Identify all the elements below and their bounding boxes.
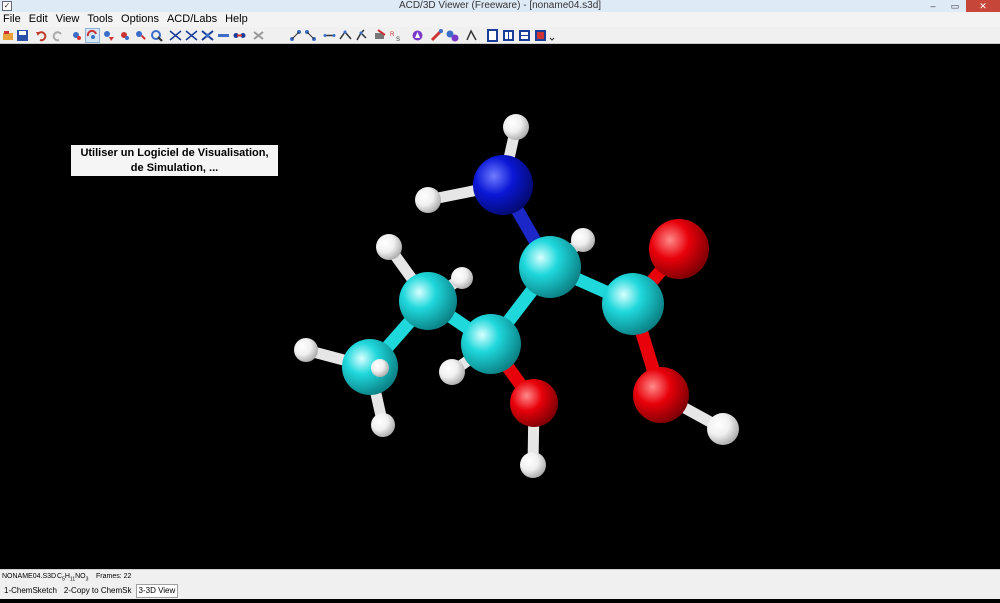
- color-icon[interactable]: [374, 29, 387, 42]
- atom-h-o-acid[interactable]: [707, 413, 739, 445]
- save-icon[interactable]: [16, 29, 29, 42]
- tab-chemsketch[interactable]: 1-ChemSketch: [1, 584, 60, 598]
- undo-icon[interactable]: [35, 29, 48, 42]
- more-options-icon[interactable]: [548, 29, 556, 42]
- atom-h-c3[interactable]: [439, 359, 465, 385]
- menu-help[interactable]: Help: [222, 12, 253, 27]
- menu-file[interactable]: File: [0, 12, 26, 27]
- title-bar: ✓ ACD/3D Viewer (Freeware) - [noname04.s…: [0, 0, 1000, 12]
- select-tool-icon[interactable]: [70, 29, 83, 42]
- menu-edit[interactable]: Edit: [26, 12, 53, 27]
- open-icon[interactable]: [2, 29, 15, 42]
- atom-h-c5-front[interactable]: [371, 359, 389, 377]
- menu-view[interactable]: View: [53, 12, 85, 27]
- rotate-tool-icon[interactable]: [85, 28, 100, 43]
- display-sticks-icon[interactable]: [430, 29, 443, 42]
- angle-icon[interactable]: [304, 29, 317, 42]
- redo-icon[interactable]: [51, 29, 64, 42]
- bond-single-icon[interactable]: [150, 29, 163, 42]
- menu-acdlabs[interactable]: ACD/Labs: [164, 12, 222, 27]
- atom-h-o-c3[interactable]: [520, 452, 546, 478]
- status-bar: NONAME04.S3D C5H11NO3 Frames: 22: [0, 569, 1000, 583]
- svg-text:R: R: [390, 32, 395, 38]
- atom-carbon-c5[interactable]: [342, 339, 398, 395]
- bond-triple-icon[interactable]: [185, 29, 198, 42]
- bond-stick-icon[interactable]: [201, 29, 214, 42]
- move-tool-icon[interactable]: [102, 29, 115, 42]
- atom-nitrogen[interactable]: [473, 155, 533, 215]
- window-cascade-icon[interactable]: [518, 29, 531, 42]
- atom-h-c4-top[interactable]: [376, 234, 402, 260]
- menu-options[interactable]: Options: [118, 12, 164, 27]
- atom-oxygen-hydroxyl-acid[interactable]: [633, 367, 689, 423]
- display-cylinder-icon[interactable]: [486, 29, 499, 42]
- svg-text:S: S: [396, 37, 400, 42]
- surface-icon[interactable]: [411, 29, 424, 42]
- window-controls: – ▭ ✕: [922, 0, 1000, 12]
- magnify-icon[interactable]: [134, 29, 147, 42]
- atom-carbon-c2[interactable]: [519, 236, 581, 298]
- status-frames: Frames: 22: [96, 573, 132, 580]
- close-button[interactable]: ✕: [966, 0, 1000, 12]
- atom-h-n-top[interactable]: [503, 114, 529, 140]
- window-title: ACD/3D Viewer (Freeware) - [noname04.s3d…: [398, 0, 602, 11]
- display-spacefill-icon[interactable]: [465, 29, 478, 42]
- toolbar: RS: [0, 27, 1000, 44]
- atom-h-n-left[interactable]: [415, 187, 441, 213]
- tab-3d-view[interactable]: 3-3D View: [135, 584, 179, 598]
- status-filename: NONAME04.S3D: [2, 573, 57, 580]
- distance-icon[interactable]: [289, 29, 302, 42]
- menu-tools[interactable]: Tools: [84, 12, 118, 27]
- atom-h-c5-bottom[interactable]: [371, 413, 395, 437]
- window-tile-icon[interactable]: [502, 29, 515, 42]
- window-tabs: 1-ChemSketch 2-Copy to ChemSk 3-3D View: [0, 583, 1000, 599]
- display-balls-icon[interactable]: [446, 29, 459, 42]
- window-arrange-icon[interactable]: [534, 29, 547, 42]
- measure-icon[interactable]: [355, 29, 368, 42]
- atom-h-c5-left[interactable]: [294, 338, 318, 362]
- molecule-render[interactable]: [0, 45, 1000, 569]
- tab-copy-to-chemsketch[interactable]: 2-Copy to ChemSk: [61, 584, 135, 598]
- bond-dots-icon[interactable]: [233, 29, 246, 42]
- atom-label-icon[interactable]: RS: [390, 29, 403, 42]
- 3d-viewport[interactable]: Utiliser un Logiciel de Visualisation, d…: [0, 45, 1000, 569]
- menu-bar: File Edit View Tools Options ACD/Labs He…: [0, 12, 1000, 27]
- atom-carbon-c1[interactable]: [602, 273, 664, 335]
- rotate-bond-icon[interactable]: [339, 29, 352, 42]
- minimize-button[interactable]: –: [922, 0, 944, 12]
- dihedral-icon[interactable]: [323, 29, 336, 42]
- atom-carbon-c3[interactable]: [461, 314, 521, 374]
- atom-h-c4-right[interactable]: [451, 267, 473, 289]
- bond-wire-icon[interactable]: [217, 29, 230, 42]
- zoom-tool-icon[interactable]: [118, 29, 131, 42]
- atom-carbon-c4[interactable]: [399, 272, 457, 330]
- fragment-icon[interactable]: [252, 29, 265, 42]
- maximize-button[interactable]: ▭: [944, 0, 966, 12]
- bottom-edge: [0, 599, 1000, 603]
- atom-oxygen-hydroxyl-c3[interactable]: [510, 379, 558, 427]
- bond-double-icon[interactable]: [169, 29, 182, 42]
- atom-oxygen-carbonyl[interactable]: [649, 219, 709, 279]
